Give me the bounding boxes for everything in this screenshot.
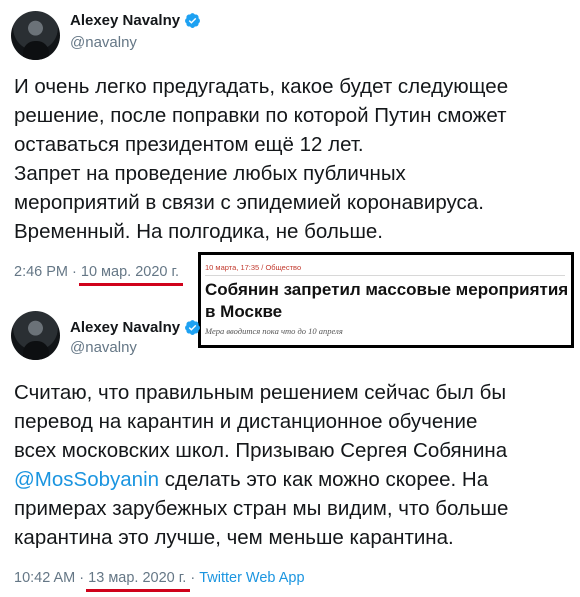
- mention-link[interactable]: @MosSobyanin: [14, 468, 159, 491]
- verified-badge-icon: [185, 320, 201, 335]
- tweet-meta: 2:46 PM · 10 мар. 2020 г.: [14, 264, 184, 286]
- tweet-date[interactable]: 10 мар. 2020 г.: [78, 264, 184, 286]
- tweet-2: Alexey Navalny @navalny Считаю, что прав…: [0, 300, 580, 597]
- avatar[interactable]: [11, 311, 60, 360]
- tweet-text-line: @MosSobyanin сделать это как можно скоре…: [14, 465, 574, 494]
- author-handle[interactable]: @navalny: [70, 339, 137, 356]
- tweet-text-line: оставаться президентом ещё 12 лет.: [14, 133, 364, 156]
- tweet-time[interactable]: 2:46 PM: [14, 264, 68, 280]
- source-link[interactable]: Twitter Web App: [199, 570, 304, 586]
- tweet-text: И очень легко предугадать, какое будет с…: [14, 72, 574, 246]
- tweet-text-line: Временный. На полгодика, не больше.: [14, 220, 383, 243]
- tweet-text-line: примерах зарубежных стран мы видим, что …: [14, 497, 509, 520]
- tweet-text-line: мероприятий в связи с эпидемией коронави…: [14, 191, 484, 214]
- tweet-text-line: Запрет на проведение любых публичных: [14, 162, 406, 185]
- meta-separator: ·: [68, 264, 81, 280]
- tweet-text-line: И очень легко предугадать, какое будет с…: [14, 75, 509, 98]
- tweet-text-fragment: сделать это как можно скорее. На: [159, 468, 489, 491]
- verified-badge-icon: [185, 13, 201, 28]
- tweet-date-text[interactable]: 10 мар. 2020 г.: [81, 264, 179, 280]
- author-name-text[interactable]: Alexey Navalny: [70, 12, 180, 29]
- clipping-kicker: 10 марта, 17:35 / Общество: [205, 263, 302, 272]
- meta-separator: ·: [186, 570, 200, 586]
- tweet-text-line: карантина это лучше, чем меньше карантин…: [14, 526, 454, 549]
- red-underline: [86, 589, 191, 592]
- avatar[interactable]: [11, 11, 60, 60]
- author-name-text[interactable]: Alexey Navalny: [70, 319, 180, 336]
- clipping-divider: [205, 275, 565, 276]
- tweet-text-line: всех московских школ. Призываю Сергея Со…: [14, 439, 508, 462]
- tweet-text-line: решение, после поправки по которой Путин…: [14, 104, 507, 127]
- tweet-text: Считаю, что правильным решением сейчас б…: [14, 378, 574, 552]
- tweet-1: Alexey Navalny @navalny И очень легко пр…: [0, 0, 580, 290]
- tweet-text-line: перевод на карантин и дистанционное обуч…: [14, 410, 478, 433]
- tweet-meta: 10:42 AM · 13 мар. 2020 г. · Twitter Web…: [14, 570, 305, 592]
- author-name[interactable]: Alexey Navalny: [70, 319, 201, 336]
- tweet-text-line: Считаю, что правильным решением сейчас б…: [14, 381, 507, 404]
- author-handle[interactable]: @navalny: [70, 34, 137, 51]
- author-name[interactable]: Alexey Navalny: [70, 12, 201, 29]
- tweet-date[interactable]: 13 мар. 2020 г.: [86, 570, 191, 592]
- meta-separator: ·: [75, 570, 89, 586]
- tweet-date-text[interactable]: 13 мар. 2020 г.: [88, 570, 186, 586]
- red-underline: [78, 283, 184, 286]
- tweet-time[interactable]: 10:42 AM: [14, 570, 75, 586]
